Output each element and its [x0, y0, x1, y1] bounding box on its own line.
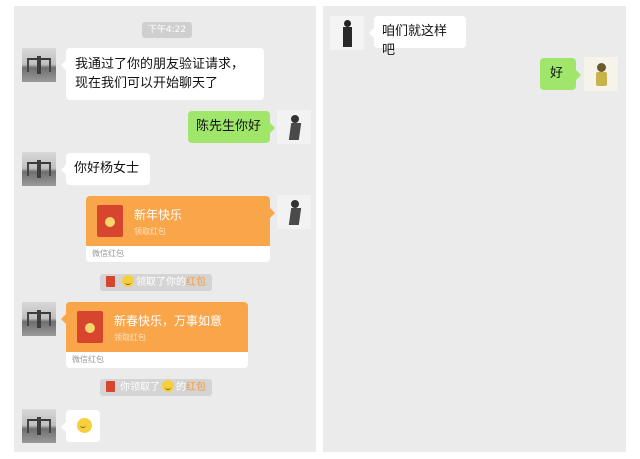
red-packet-greeting: 新春快乐，万事如意	[114, 314, 223, 328]
red-envelope-icon	[106, 381, 115, 392]
red-packet-footer: 微信红包	[86, 246, 270, 262]
notice-link[interactable]: 红包	[186, 277, 206, 288]
contact-avatar[interactable]	[22, 152, 56, 186]
notice-text: 领取了你的	[136, 277, 186, 288]
notice-text: 的	[176, 382, 186, 393]
contact-avatar[interactable]	[22, 302, 56, 336]
red-packet-notice: 你领取了 的红包	[100, 379, 212, 396]
red-envelope-icon	[77, 311, 103, 343]
contact-avatar[interactable]	[22, 48, 56, 82]
notice-text: 你领取了	[120, 382, 160, 393]
red-packet-card[interactable]: 新春快乐，万事如意 领取红包 微信红包	[61, 302, 248, 368]
left-chat-panel: 下午4:22 我通过了你的朋友验证请求，现在我们可以开始聊天了 陈先生你好 你好…	[14, 6, 316, 452]
message-bubble-incoming: 我通过了你的朋友验证请求，现在我们可以开始聊天了	[61, 48, 264, 100]
self-avatar[interactable]	[277, 110, 311, 144]
red-packet-footer: 微信红包	[66, 352, 248, 368]
red-packet-card[interactable]: 新年快乐 领取红包 微信红包	[86, 196, 275, 262]
message-bubble-incoming: 你好杨女士	[61, 153, 150, 185]
red-packet-greeting: 新年快乐	[134, 208, 183, 222]
smile-emoji-icon	[162, 380, 174, 392]
smile-emoji-icon	[122, 275, 134, 287]
red-envelope-icon	[106, 276, 115, 287]
message-bubble-outgoing: 好	[540, 58, 581, 90]
self-avatar[interactable]	[277, 195, 311, 229]
contact-avatar[interactable]	[330, 16, 364, 50]
message-bubble-outgoing: 陈先生你好	[188, 111, 275, 143]
timestamp: 下午4:22	[142, 22, 192, 38]
red-packet-action: 领取红包	[134, 227, 166, 236]
red-packet-action: 领取红包	[114, 333, 146, 342]
notice-link[interactable]: 红包	[186, 382, 206, 393]
smile-emoji-icon	[77, 418, 92, 433]
self-avatar[interactable]	[584, 57, 618, 91]
contact-avatar[interactable]	[22, 409, 56, 443]
red-envelope-icon	[97, 205, 123, 237]
message-bubble-incoming	[61, 410, 100, 442]
message-bubble-incoming: 咱们就这样吧	[369, 16, 466, 58]
right-chat-panel: 咱们就这样吧 好	[323, 6, 626, 452]
red-packet-notice: 领取了你的红包	[100, 274, 212, 291]
